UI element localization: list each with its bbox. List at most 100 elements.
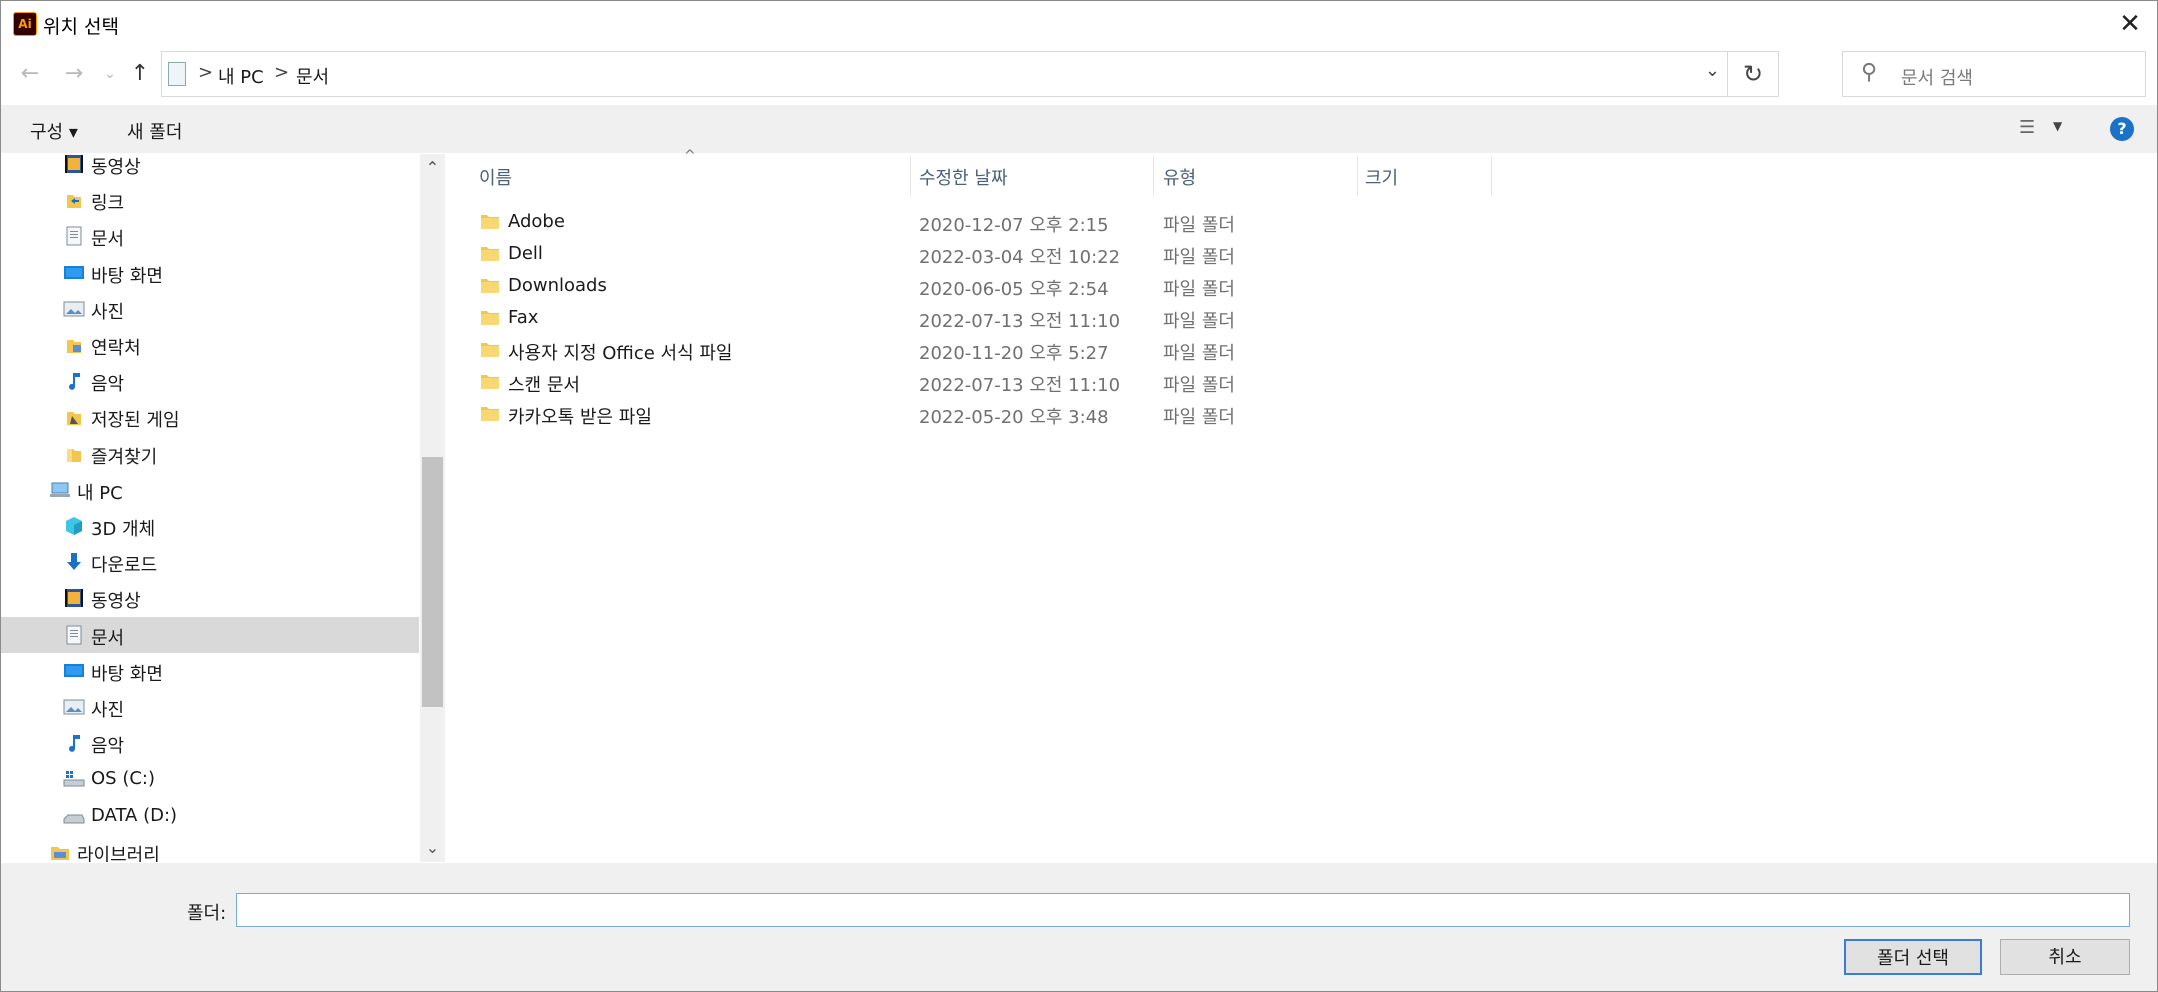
column-header-size[interactable]: 크기 xyxy=(1365,164,1398,204)
sidebar-item-label: 다운로드 xyxy=(91,555,158,577)
scroll-thumb[interactable] xyxy=(422,457,443,707)
folder-name-input[interactable] xyxy=(236,893,2130,927)
sidebar-item-label: 내 PC xyxy=(77,482,123,504)
folder-row[interactable]: Adobe 2020-12-07 오후 2:15 파일 폴더 xyxy=(447,206,1557,238)
folder-row[interactable]: 사용자 지정 Office 서식 파일 2020-11-20 오후 5:27 파일 … xyxy=(447,334,1557,366)
folder-type: 파일 폴더 xyxy=(1163,247,1235,268)
recent-locations-button[interactable]: ⌄ xyxy=(93,57,127,91)
sidebar-item-label: DATA (D:) xyxy=(91,804,178,826)
sidebar-item[interactable]: 연락처 xyxy=(1,327,419,363)
folder-row[interactable]: Dell 2022-03-04 오전 10:22 파일 폴더 xyxy=(447,238,1557,270)
arrow-up-icon: ↑ xyxy=(130,61,150,86)
column-header-name[interactable]: 이름 xyxy=(479,164,512,204)
sidebar-item-label: 문서 xyxy=(91,229,125,251)
search-placeholder[interactable]: 문서 검색 xyxy=(1901,64,1973,90)
link-icon xyxy=(63,189,85,211)
desktop-icon xyxy=(63,262,85,284)
sidebar-item[interactable]: 사진 xyxy=(1,291,419,327)
navigation-scrollbar[interactable]: ⌃ ⌄ xyxy=(420,154,445,862)
sidebar-item[interactable]: 3D 개체 xyxy=(1,508,419,544)
folder-icon xyxy=(481,311,499,325)
folder-date: 2022-05-20 오후 3:48 xyxy=(919,407,1109,428)
folder-name: 스캔 문서 xyxy=(508,375,580,396)
sidebar-item-label: OS (C:) xyxy=(91,768,155,790)
up-button[interactable]: ↑ xyxy=(123,57,157,91)
address-history-dropdown[interactable]: ⌄ xyxy=(1705,60,1720,81)
sidebar-item[interactable]: 바탕 화면 xyxy=(1,653,419,689)
sidebar-item[interactable]: 동영상 xyxy=(1,154,419,182)
sidebar-item[interactable]: 즐겨찾기 xyxy=(1,436,419,472)
command-bar: 구성 ▾ 새 폴더 ☰ ▼ ? xyxy=(1,105,2157,153)
sidebar-item-label: 바탕 화면 xyxy=(91,265,163,287)
organize-menu[interactable]: 구성 ▾ xyxy=(30,118,78,144)
sidebar-item[interactable]: DATA (D:) xyxy=(1,798,419,834)
sidebar-item[interactable]: 링크 xyxy=(1,182,419,218)
sidebar-item[interactable]: 라이브러리 xyxy=(1,834,419,862)
folder-row[interactable]: Downloads 2020-06-05 오후 2:54 파일 폴더 xyxy=(447,270,1557,302)
column-divider[interactable] xyxy=(910,156,911,196)
sidebar-item[interactable]: 저장된 게임 xyxy=(1,399,419,435)
folder-name: Fax xyxy=(508,307,539,328)
sidebar-item-label: 음악 xyxy=(91,736,125,758)
sidebar-item[interactable]: 내 PC xyxy=(1,472,419,508)
refresh-button[interactable]: ↻ xyxy=(1727,52,1778,96)
library-icon xyxy=(49,841,71,862)
folder-row[interactable]: 카카오톡 받은 파일 2022-05-20 오후 3:48 파일 폴더 xyxy=(447,398,1557,430)
forward-button[interactable]: → xyxy=(57,57,91,91)
chevron-down-icon[interactable]: ▼ xyxy=(2053,119,2062,133)
folder-date: 2020-11-20 오후 5:27 xyxy=(919,343,1109,364)
search-box[interactable]: ⚲ 문서 검색 xyxy=(1842,51,2146,97)
sort-ascending-icon: ^ xyxy=(684,148,696,164)
sidebar-item-label: 라이브러리 xyxy=(77,844,160,862)
column-divider[interactable] xyxy=(1153,156,1154,196)
sidebar-item-label: 동영상 xyxy=(91,591,141,613)
sidebar-item[interactable]: 사진 xyxy=(1,689,419,725)
folder-row[interactable]: 스캔 문서 2022-07-13 오전 11:10 파일 폴더 xyxy=(447,366,1557,398)
column-divider[interactable] xyxy=(1491,156,1492,196)
sidebar-item[interactable]: 문서 xyxy=(1,218,419,254)
video-icon xyxy=(63,154,85,175)
scroll-down-icon[interactable]: ⌄ xyxy=(420,838,445,857)
cancel-button[interactable]: 취소 xyxy=(2000,939,2130,975)
picture-icon xyxy=(63,696,85,718)
pc-icon xyxy=(49,479,71,501)
select-folder-button[interactable]: 폴더 선택 xyxy=(1844,939,1982,975)
3d-objects-icon xyxy=(63,515,85,537)
sidebar-item-label: 문서 xyxy=(91,627,125,649)
sidebar-item[interactable]: 문서 xyxy=(1,616,419,653)
sidebar-item[interactable]: OS (C:) xyxy=(1,761,419,797)
folder-type: 파일 폴더 xyxy=(1163,215,1235,236)
sidebar-item[interactable]: 바탕 화면 xyxy=(1,255,419,291)
breadcrumb-documents[interactable]: 문서 xyxy=(296,63,329,89)
column-header-type[interactable]: 유형 xyxy=(1163,164,1196,204)
folder-icon xyxy=(481,279,499,293)
sidebar-item-label: 3D 개체 xyxy=(91,519,156,540)
close-button[interactable]: ✕ xyxy=(2113,7,2147,41)
sidebar-item-label: 저장된 게임 xyxy=(91,410,180,432)
breadcrumb-separator[interactable]: > xyxy=(274,62,289,83)
scroll-up-icon[interactable]: ⌃ xyxy=(420,158,445,177)
back-button[interactable]: ← xyxy=(13,57,47,91)
sidebar-item[interactable]: 다운로드 xyxy=(1,544,419,580)
help-icon[interactable]: ? xyxy=(2110,117,2134,141)
document-icon xyxy=(63,225,85,247)
sidebar-item[interactable]: 음악 xyxy=(1,363,419,399)
chevron-down-icon: ⌄ xyxy=(104,66,116,82)
sidebar-item[interactable]: 음악 xyxy=(1,725,419,761)
breadcrumb-separator[interactable]: > xyxy=(198,62,213,83)
drive-icon xyxy=(63,805,85,827)
sidebar-item-label: 연락처 xyxy=(91,338,141,359)
folder-type: 파일 폴더 xyxy=(1163,279,1235,300)
view-options-icon[interactable]: ☰ xyxy=(2019,117,2043,139)
sidebar-item[interactable]: 동영상 xyxy=(1,580,419,616)
folder-date: 2022-03-04 오전 10:22 xyxy=(919,247,1121,268)
folder-row[interactable]: Fax 2022-07-13 오전 11:10 파일 폴더 xyxy=(447,302,1557,334)
folder-picker-dialog: Ai 위치 선택 ✕ ← → ⌄ ↑ > 내 PC > 문서 ⌄ ↻ ⚲ 문서 … xyxy=(0,0,2158,992)
column-divider[interactable] xyxy=(1357,156,1358,196)
folder-name: Downloads xyxy=(508,275,607,296)
close-icon: ✕ xyxy=(2119,9,2141,39)
new-folder-button[interactable]: 새 폴더 xyxy=(127,118,182,144)
address-bar[interactable]: > 내 PC > 문서 ⌄ ↻ xyxy=(161,51,1779,97)
column-header-date[interactable]: 수정한 날짜 xyxy=(919,164,1008,204)
breadcrumb-this-pc[interactable]: 내 PC xyxy=(218,63,264,89)
